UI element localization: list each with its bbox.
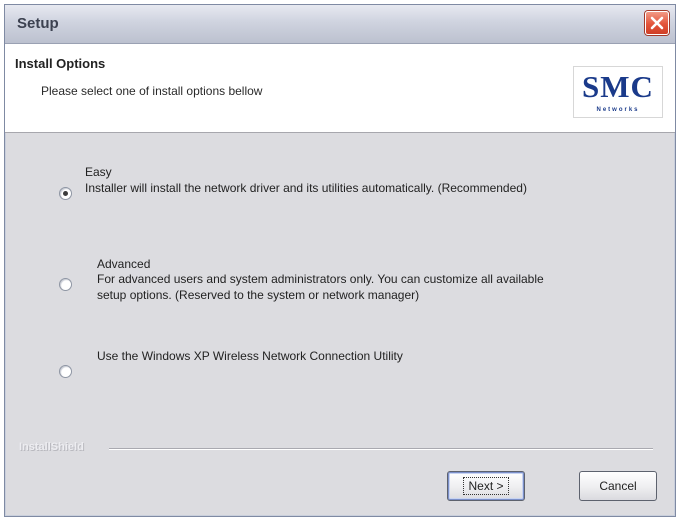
header-subtitle: Please select one of install options bel… [41,84,263,98]
close-button[interactable] [645,11,669,35]
option-advanced-description-line1: For advanced users and system administra… [97,272,544,286]
option-easy-description: Installer will install the network drive… [85,181,527,195]
radio-advanced[interactable] [59,278,72,291]
radio-windows-utility[interactable] [59,365,72,378]
smc-logo: SMC Networks [573,66,663,118]
option-advanced-description-line2: setup options. (Reserved to the system o… [97,288,420,302]
footer-divider [109,448,653,450]
next-button-label: Next > [463,477,509,495]
logo-subtext: Networks [596,107,640,113]
setup-dialog: Setup Install Options Please select one … [4,4,676,517]
option-windows-utility-title: Use the Windows XP Wireless Network Conn… [97,349,403,363]
radio-easy[interactable] [59,187,72,200]
option-advanced-title: Advanced [97,257,151,271]
window-title: Setup [17,15,59,32]
option-easy-title: Easy [85,165,112,179]
cancel-button[interactable]: Cancel [579,471,657,501]
close-icon [650,16,664,30]
next-button[interactable]: Next > [447,471,525,501]
dialog-header: Install Options Please select one of ins… [5,44,675,133]
logo-text: SMC [582,69,654,104]
installshield-brand: InstallShield [19,441,84,453]
title-bar[interactable]: Setup [5,5,675,44]
header-title: Install Options [15,56,106,71]
